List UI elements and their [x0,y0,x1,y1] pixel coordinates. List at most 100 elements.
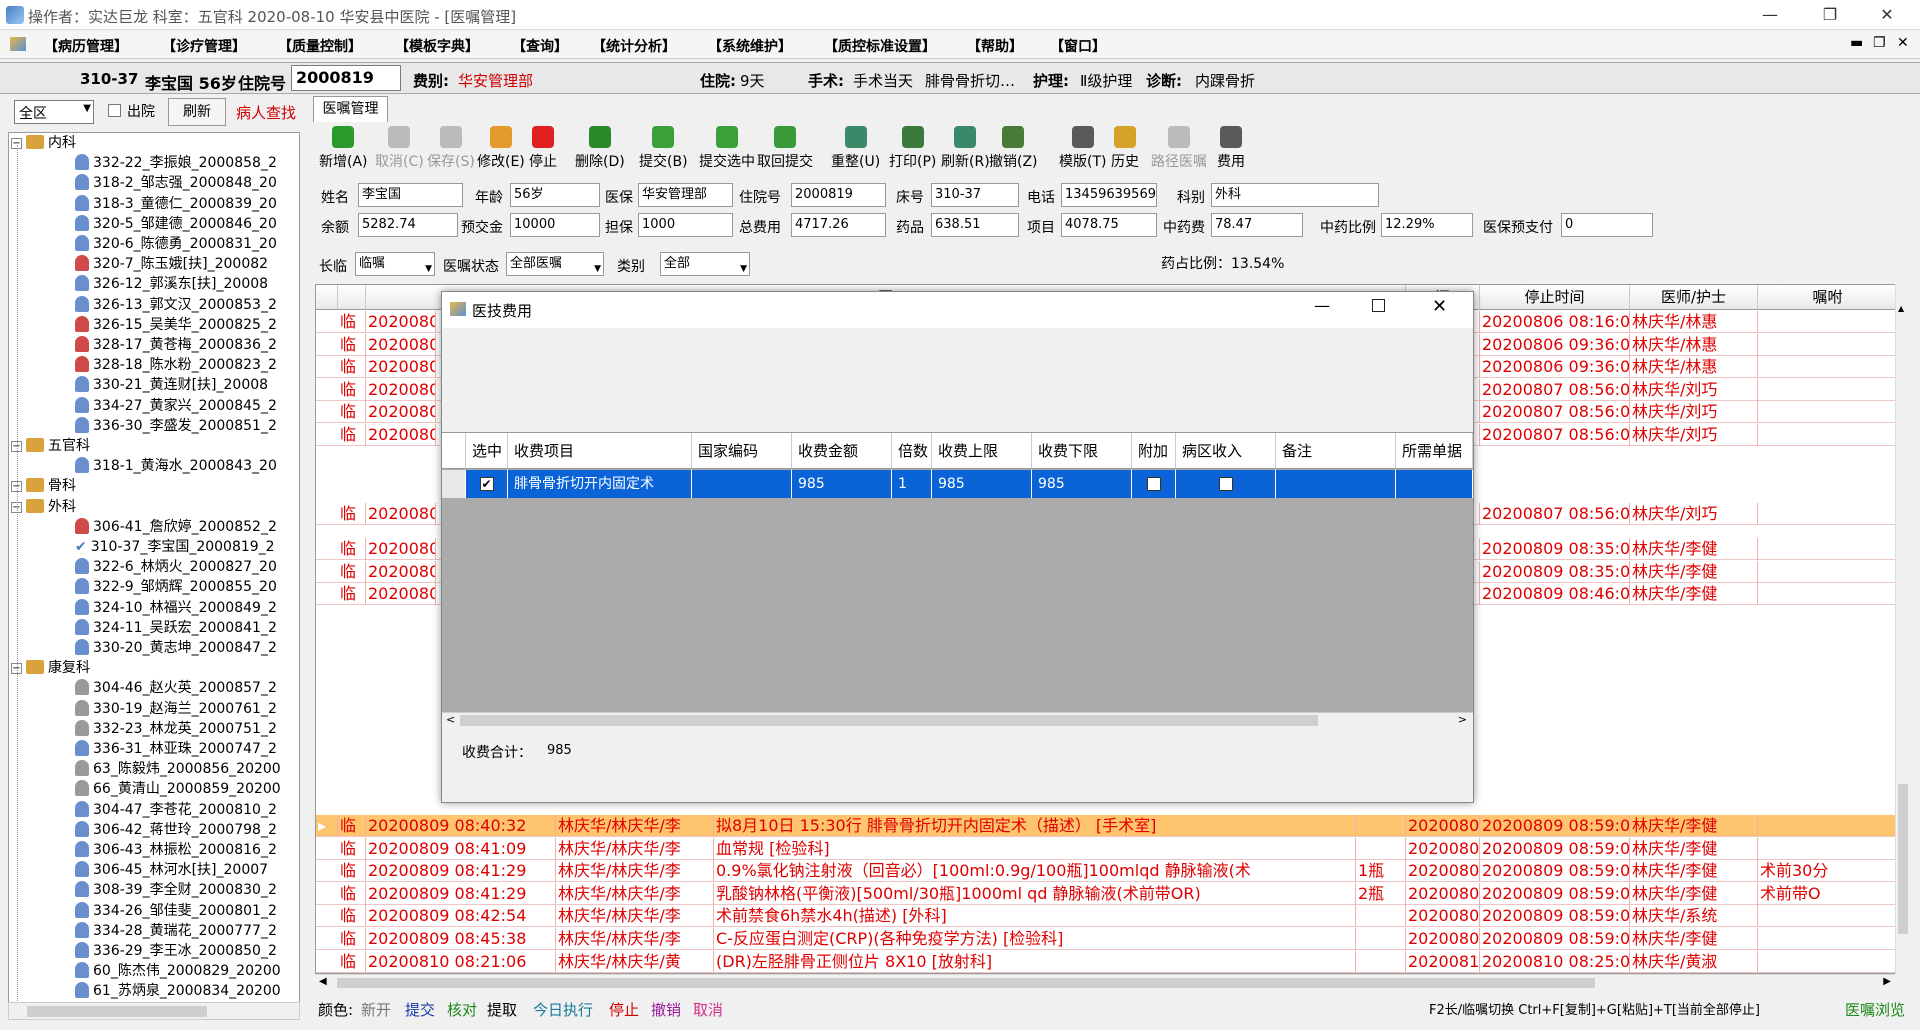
toolbar-button-history[interactable]: 历史 [1111,126,1139,171]
tree-patient-node[interactable]: 334-27_黄家兴_2000845_2 [75,396,277,416]
order-browse-link[interactable]: 医嘱浏览 [1845,999,1905,1020]
tree-patient-node[interactable]: 334-28_黄瑞花_2000777_2 [75,921,277,941]
bed-field[interactable]: 310-37 [931,183,1019,207]
tree-patient-node[interactable]: 60_陈杰伟_2000829_20200 [75,961,281,981]
inpatient-number-field[interactable]: 2000819 [291,65,401,91]
mdi-minimize-button[interactable]: ▬ [1850,35,1863,51]
tree-patient-node[interactable]: 332-23_林龙英_2000751_2 [75,719,277,739]
table-row[interactable]: 临 20200809 08:41:09 林庆华/林庆华/李 血常规 [检验科] 2020… [316,837,1906,860]
scroll-left-icon[interactable]: < [446,713,455,726]
menu-window[interactable]: 【窗口】 [1050,36,1106,56]
tree-horizontal-scrollbar[interactable] [8,1002,300,1020]
menu-statistics[interactable]: 【统计分析】 [592,36,676,56]
tree-patient-node[interactable]: 326-12_郭溪东[扶]_20008 [75,274,268,294]
fee-column-header[interactable]: 收费项目 [508,433,692,469]
scroll-left-icon[interactable]: ◀ [319,976,327,987]
scroll-up-icon[interactable]: ▲ [1898,304,1904,313]
table-row[interactable]: 临 20200809 08:41:29 林庆华/林庆华/李 0.9%氯化钠注射液（回音… [316,860,1906,883]
tree-dept-node[interactable]: − 康复科 [11,658,90,678]
toolbar-button-plus[interactable]: 新增(A) [319,126,368,171]
tree-patient-node[interactable]: 330-21_黄连财[扶]_20008 [75,375,268,395]
category-select[interactable]: 全部 ▼ [660,252,750,276]
tree-patient-node[interactable]: 330-20_黄志坤_2000847_2 [75,638,277,658]
tree-patient-node[interactable]: 306-45_林河水[扶]_20007 [75,860,268,880]
tree-patient-node[interactable]: 306-42_蒋世玲_2000798_2 [75,820,277,840]
toolbar-button-submit[interactable]: 提交(B) [639,126,688,171]
tree-patient-node[interactable]: 318-1_黄海水_2000843_20 [75,456,277,476]
toolbar-button-fee[interactable]: 费用 [1217,126,1245,171]
inpatient-form-field[interactable]: 2000819 [791,183,886,207]
tab-order-management[interactable]: 医嘱管理 [313,96,388,122]
menu-query[interactable]: 【查询】 [512,36,568,56]
toolbar-button-refresh[interactable]: 刷新(R) [941,126,990,171]
area-select[interactable]: 全区 ▼ [14,100,94,124]
tree-patient-node[interactable]: 318-3_童德仁_2000839_20 [75,194,277,214]
minimize-button[interactable]: — [1745,2,1795,28]
prepay-field[interactable]: 10000 [510,213,600,237]
tree-patient-node[interactable]: 308-39_李全财_2000830_2 [75,880,277,900]
toolbar-button-delete[interactable]: 删除(D) [575,126,625,171]
grid-vertical-scrollbar[interactable]: ▲ [1895,284,1909,974]
fee-column-header[interactable]: 倍数 [892,433,932,469]
mdi-close-button[interactable]: ✕ [1897,35,1909,51]
item-fee-field[interactable]: 4078.75 [1061,213,1157,237]
table-row[interactable]: 临 20200810 08:21:06 林庆华/林庆华/黄 (DR)左胫腓骨正侧位片 … [316,950,1906,973]
menu-qc-standard[interactable]: 【质控标准设置】 [824,36,936,56]
tree-patient-node[interactable]: 324-10_林福兴_2000849_2 [75,598,277,618]
tree-patient-node[interactable]: 326-13_郭文汉_2000853_2 [75,295,277,315]
grid-column-header[interactable]: 嘱咐 [1758,285,1898,310]
grid-horizontal-scrollbar[interactable]: ◀ ▶ [315,974,1895,990]
tree-patient-node[interactable]: 336-30_李盛发_2000851_2 [75,416,277,436]
tree-patient-node[interactable]: 334-26_邹佳斐_2000801_2 [75,901,277,921]
maximize-button[interactable]: ❐ [1805,2,1855,28]
tree-patient-node[interactable]: 61_苏炳泉_2000834_20200 [75,981,281,1001]
tree-patient-node[interactable]: 326-15_吴美华_2000825_2 [75,315,277,335]
tree-patient-node[interactable]: 330-19_赵海兰_2000761_2 [75,699,277,719]
name-field[interactable]: 李宝国 [358,183,463,207]
herbal-fee-field[interactable]: 78.47 [1211,213,1303,237]
toolbar-button-reorganize[interactable]: 重整(U) [831,126,880,171]
fee-column-header[interactable]: 国家编码 [692,433,792,469]
refresh-button[interactable]: 刷新 [168,98,226,126]
scroll-thumb[interactable] [460,715,1318,726]
insurance-field[interactable]: 华安管理部 [638,183,733,207]
tree-patient-node[interactable]: 320-5_邹建德_2000846_20 [75,214,277,234]
scroll-thumb[interactable] [1898,784,1908,934]
tree-patient-node[interactable]: 324-11_吴跃宏_2000841_2 [75,618,277,638]
dept-field[interactable]: 外科 [1211,183,1379,207]
patient-search-link[interactable]: 病人查找 [236,102,296,123]
discharged-checkbox[interactable] [108,104,121,117]
menu-system[interactable]: 【系统维护】 [708,36,792,56]
grid-column-header[interactable]: 医师/护士 [1630,285,1758,310]
tree-patient-node[interactable]: 336-31_林亚珠_2000747_2 [75,739,277,759]
table-row[interactable]: 临 20200809 08:42:54 林庆华/林庆华/李 术前禁食6h禁水4h(描述… [316,905,1906,928]
close-button[interactable]: ✕ [1862,2,1912,28]
tree-patient-node[interactable]: 322-9_邹炳辉_2000855_20 [75,577,277,597]
toolbar-button-retrieve[interactable]: 取回提交 [757,126,813,171]
select-checkbox[interactable]: ✔ [479,477,494,491]
table-row[interactable]: 临 20200809 08:41:29 林庆华/林庆华/李 乳酸钠林格(平衡液)[50… [316,882,1906,905]
tree-patient-node[interactable]: 328-18_陈水粉_2000823_2 [75,355,277,375]
toolbar-button-undo[interactable]: 取消(C) [375,126,424,171]
toolbar-button-path-order[interactable]: 路径医嘱 [1151,126,1207,171]
order-status-select[interactable]: 全部医嘱 ▼ [506,252,604,276]
balance-field[interactable]: 5282.74 [358,213,458,237]
tree-patient-node[interactable]: 63_陈毅炜_2000856_20200 [75,759,281,779]
fee-column-header[interactable]: 收费下限 [1032,433,1132,469]
toolbar-button-revoke[interactable]: 撤销(Z) [989,126,1038,171]
grid-column-header[interactable]: 停止时间 [1480,285,1630,310]
dialog-close-button[interactable]: ✕ [1432,296,1447,317]
ward-income-checkbox[interactable] [1218,477,1233,491]
toolbar-button-print[interactable]: 打印(P) [889,126,936,171]
long-temp-select[interactable]: 临嘱 ▼ [355,252,435,276]
scroll-right-icon[interactable]: > [1458,713,1467,726]
tree-patient-node[interactable]: 306-43_林振松_2000816_2 [75,840,277,860]
dialog-maximize-button[interactable] [1372,299,1385,312]
tree-patient-node[interactable]: 336-29_李王冰_2000850_2 [75,941,277,961]
tree-patient-node[interactable]: 320-6_陈德勇_2000831_20 [75,234,277,254]
total-fee-field[interactable]: 4717.26 [791,213,886,237]
age-field[interactable]: 56岁 [510,183,600,207]
fee-column-header[interactable]: 收费上限 [932,433,1032,469]
fee-column-header[interactable]: 选中 [466,433,508,469]
toolbar-button-edit[interactable]: 修改(E) [477,126,525,171]
